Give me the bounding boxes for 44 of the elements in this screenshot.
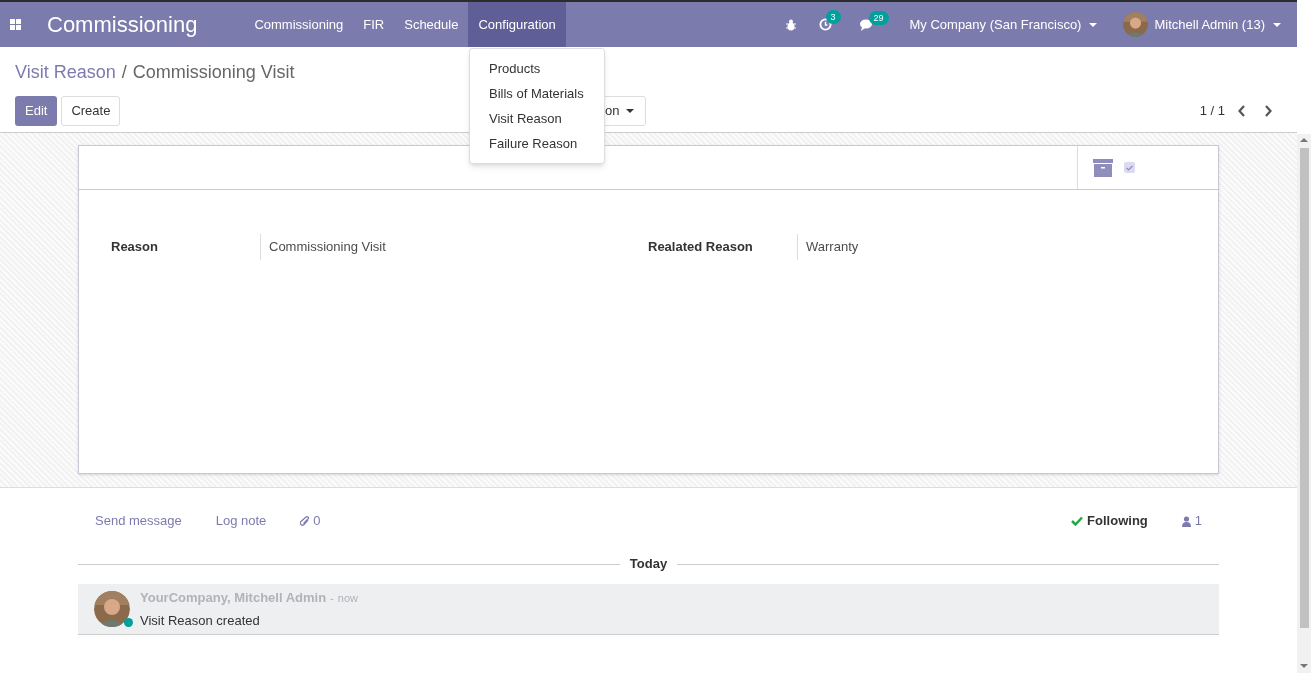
activity-count-badge: 3 xyxy=(825,10,841,24)
chevron-left-icon[interactable] xyxy=(1238,105,1246,117)
field-label: Realated Reason xyxy=(648,234,798,260)
archive-icon[interactable] xyxy=(1093,157,1113,178)
menu-tab[interactable]: Configuration xyxy=(468,2,566,47)
pager-value: 1 / 1 xyxy=(1199,102,1225,121)
menu-tab[interactable]: Schedule xyxy=(394,2,469,47)
dropdown-item[interactable]: Failure Reason xyxy=(470,131,604,156)
message-count-badge: 29 xyxy=(868,10,889,25)
message-time: now xyxy=(337,591,358,606)
send-message-link[interactable]: Send message xyxy=(95,511,182,531)
dropdown-item[interactable]: Products xyxy=(470,56,604,81)
message-author: YourCompany, Mitchell Admin xyxy=(140,589,327,607)
following-button[interactable]: Following xyxy=(1071,511,1148,531)
author-avatar xyxy=(94,591,130,627)
date-separator: Today xyxy=(629,555,668,574)
user-menu[interactable]: Mitchell Admin (13) xyxy=(1123,12,1281,37)
edit-button[interactable]: Edit xyxy=(15,96,58,126)
breadcrumb-separator: / xyxy=(121,61,127,84)
app-title[interactable]: Commissioning xyxy=(47,8,198,41)
breadcrumb-link[interactable]: Visit Reason xyxy=(15,59,116,86)
create-button[interactable]: Create xyxy=(61,96,121,126)
field-label: Reason xyxy=(111,234,261,260)
active-checkbox[interactable] xyxy=(1124,162,1135,173)
scrollbar[interactable] xyxy=(1297,134,1311,673)
paperclip-icon xyxy=(300,515,311,527)
chat-icon[interactable] xyxy=(859,18,875,31)
breadcrumb-current: Commissioning Visit xyxy=(132,61,295,84)
apps-menu-icon[interactable] xyxy=(10,19,21,30)
clock-icon[interactable] xyxy=(818,18,832,31)
log-note-link[interactable]: Log note xyxy=(215,511,267,531)
chevron-right-icon[interactable] xyxy=(1264,105,1272,117)
message-body: Visit Reason created xyxy=(140,611,261,630)
person-icon xyxy=(1181,515,1191,527)
author-separator: - xyxy=(330,591,334,606)
bug-icon[interactable] xyxy=(784,18,797,31)
checkmark-icon xyxy=(1071,516,1084,526)
menu-tab[interactable]: Commissioning xyxy=(244,2,354,47)
field-value: Warranty xyxy=(805,238,859,256)
field-value: Commissioning Visit xyxy=(268,238,386,256)
company-switcher[interactable]: My Company (San Francisco) xyxy=(909,14,1098,35)
menu-tab[interactable]: FIR xyxy=(353,2,395,47)
followers-button[interactable]: 1 xyxy=(1181,511,1202,531)
attachments-button[interactable]: 0 xyxy=(300,511,321,531)
